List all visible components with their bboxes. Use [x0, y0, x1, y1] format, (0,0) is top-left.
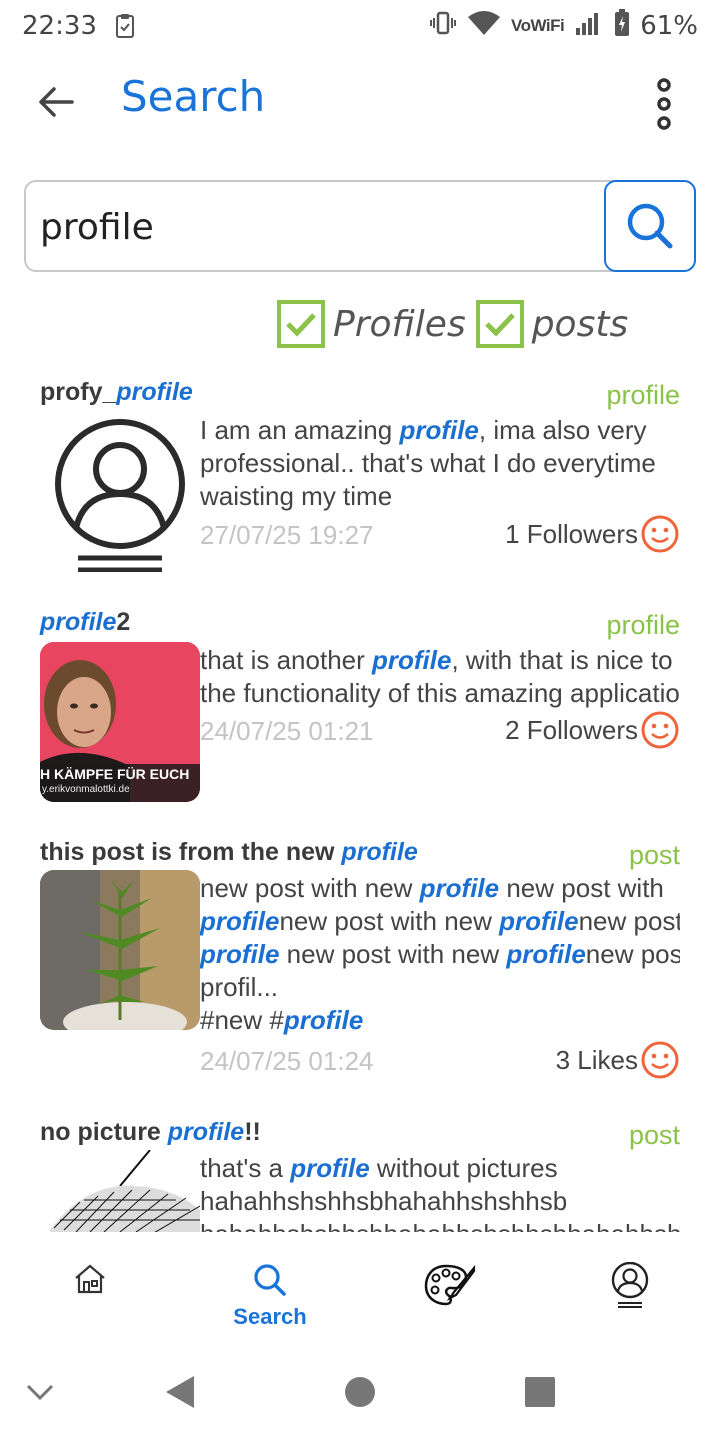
vibrate-icon: [429, 11, 457, 42]
smiley-icon[interactable]: [640, 710, 680, 750]
recents-square-icon: [525, 1377, 555, 1407]
plant-photo: [40, 870, 200, 1030]
result-text: I am an amazing profile, ima also very p…: [200, 415, 656, 511]
clipboard-check-icon: [115, 13, 135, 39]
smiley-icon[interactable]: [640, 514, 680, 554]
collapse-button[interactable]: [20, 1372, 60, 1412]
result-item[interactable]: this post is from the new profile post n…: [0, 838, 720, 1098]
photo-url: y.erikvonmalottki.de: [42, 784, 130, 795]
profiles-checkbox[interactable]: [277, 300, 325, 348]
posts-filter-label: posts: [531, 303, 629, 345]
result-type-label: post: [628, 1120, 680, 1150]
nav-home[interactable]: [0, 1248, 180, 1348]
system-recents-button[interactable]: [520, 1372, 560, 1412]
arrow-left-icon: [39, 87, 74, 117]
nav-search[interactable]: Search: [180, 1248, 360, 1348]
profile-icon: [611, 1262, 649, 1308]
checkmark-icon: [286, 313, 316, 337]
result-text: new post with new profile new post with …: [200, 873, 680, 1035]
filter-row: Profiles posts: [277, 298, 630, 350]
result-item[interactable]: profy_profile profile I am an amazing pr…: [0, 378, 720, 578]
wifi-icon: [467, 10, 501, 43]
status-icons: VoWiFi 61%: [429, 8, 698, 44]
back-triangle-icon: [166, 1376, 194, 1408]
system-navigation: [0, 1360, 720, 1424]
home-circle-icon: [345, 1377, 375, 1407]
profiles-filter-label: Profiles: [333, 303, 466, 345]
result-text: that's a profile without pictures hahahh…: [200, 1153, 680, 1232]
nav-palette[interactable]: [360, 1248, 540, 1348]
more-vertical-icon: [657, 78, 671, 130]
default-avatar-icon: [40, 412, 200, 572]
search-input[interactable]: [40, 200, 600, 254]
bottom-navigation: Search: [0, 1248, 720, 1348]
collapse-icon: [26, 1384, 54, 1401]
sketch-image: [40, 1150, 200, 1232]
result-date: 24/07/25 01:21: [200, 716, 374, 746]
search-icon: [254, 1264, 286, 1296]
back-button[interactable]: [34, 80, 78, 124]
app-bar: Search: [0, 62, 720, 136]
search-button[interactable]: [604, 180, 696, 272]
smiley-icon[interactable]: [640, 1040, 680, 1080]
result-type-label: post: [628, 840, 680, 870]
checkmark-icon: [484, 313, 515, 337]
nav-search-label: Search: [233, 1304, 307, 1329]
result-type-label: profile: [606, 610, 680, 640]
signal-icon: [574, 10, 604, 43]
result-type-label: profile: [606, 380, 680, 410]
result-title: profile2: [40, 608, 131, 636]
result-title: this post is from the new profile: [40, 838, 418, 866]
status-time: 22:33: [22, 11, 97, 41]
photo-caption: H KÄMPFE FÜR EUCH: [40, 766, 190, 782]
profile-photo: H KÄMPFE FÜR EUCH y.erikvonmalottki.de: [40, 642, 200, 802]
status-bar: 22:33 VoWiFi 61%: [0, 0, 720, 52]
result-title: no picture profile!!: [40, 1118, 261, 1146]
posts-checkbox[interactable]: [475, 300, 524, 348]
result-date: 27/07/25 19:27: [200, 520, 374, 550]
followers-count: 2 Followers: [505, 714, 638, 745]
result-item[interactable]: profile2 profile H KÄMPFE FÜR EUCH y.eri…: [0, 608, 720, 808]
result-date: 24/07/25 01:24: [200, 1046, 374, 1076]
followers-count: 1 Followers: [505, 518, 638, 549]
battery-icon: [614, 8, 630, 44]
result-meta: 2 Followers: [505, 710, 680, 750]
result-meta: 1 Followers: [505, 514, 680, 554]
nav-profile[interactable]: [540, 1248, 720, 1348]
result-title: profy_profile: [40, 378, 193, 406]
vowifi-label: VoWiFi: [511, 16, 565, 35]
search-bar: [24, 180, 696, 272]
search-icon: [627, 203, 673, 249]
likes-count: 3 Likes: [555, 1044, 638, 1075]
result-item[interactable]: no picture profile!! post that's a profi…: [0, 1118, 720, 1232]
system-home-button[interactable]: [340, 1372, 380, 1412]
palette-icon: [424, 1264, 476, 1306]
battery-percent: 61%: [640, 11, 698, 41]
results-list: profy_profile profile I am an amazing pr…: [0, 372, 720, 1232]
home-icon: [75, 1264, 105, 1294]
more-menu-button[interactable]: [652, 76, 676, 132]
page-title: Search: [121, 72, 266, 121]
result-text: that is another profile, with that is ni…: [200, 645, 680, 708]
system-back-button[interactable]: [160, 1372, 200, 1412]
result-meta: 3 Likes: [556, 1040, 680, 1080]
